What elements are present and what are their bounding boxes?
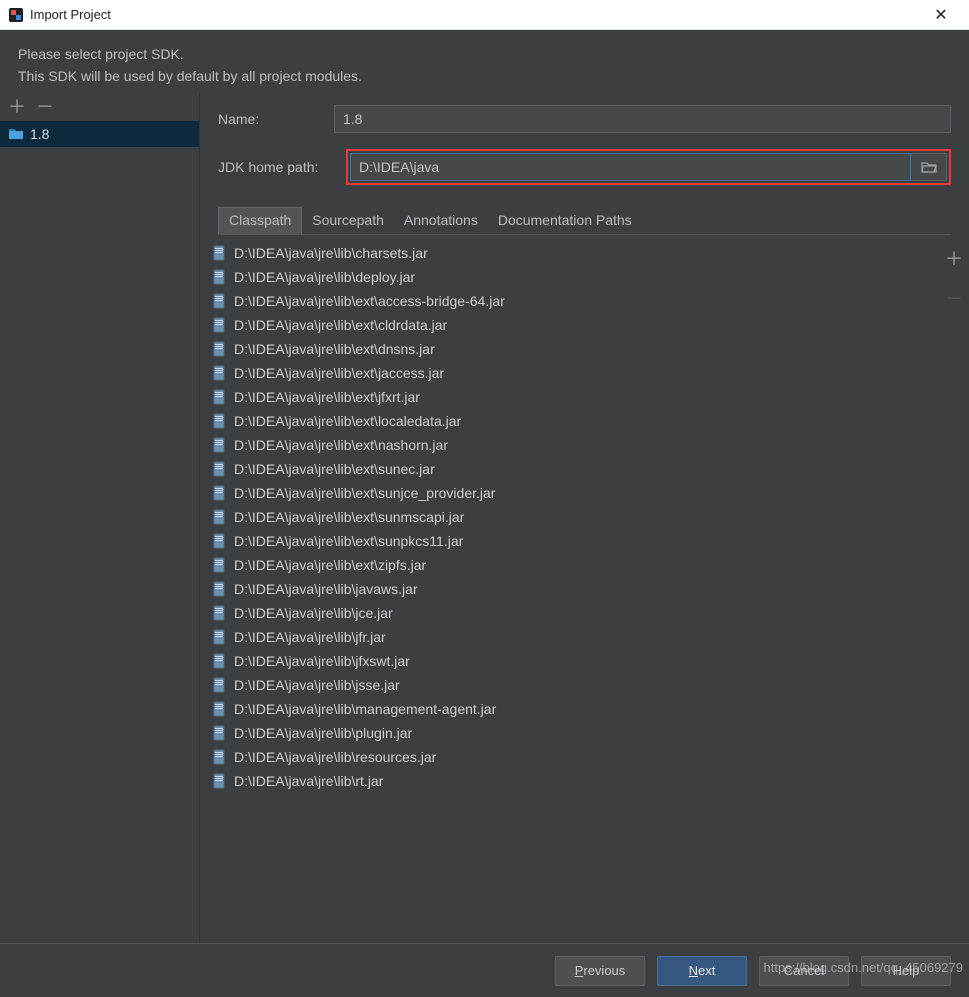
list-item-label: D:\IDEA\java\jre\lib\ext\access-bridge-6… bbox=[234, 293, 505, 309]
remove-sdk-icon[interactable]: － bbox=[36, 98, 54, 116]
list-item[interactable]: D:\IDEA\java\jre\lib\ext\sunec.jar bbox=[210, 457, 935, 481]
classpath-list[interactable]: D:\IDEA\java\jre\lib\charsets.jar D:\IDEA… bbox=[200, 235, 939, 943]
add-entry-icon[interactable]: ＋ bbox=[945, 245, 963, 271]
intro-line-1: Please select project SDK. bbox=[18, 44, 951, 66]
list-item[interactable]: D:\IDEA\java\jre\lib\charsets.jar bbox=[210, 241, 935, 265]
tab-annotations[interactable]: Annotations bbox=[394, 208, 488, 234]
window-title: Import Project bbox=[30, 7, 921, 22]
folder-icon bbox=[8, 127, 24, 141]
tab-documentation-paths[interactable]: Documentation Paths bbox=[488, 208, 642, 234]
close-icon[interactable]: ✕ bbox=[921, 5, 961, 25]
name-input[interactable]: 1.8 bbox=[334, 105, 951, 133]
list-item[interactable]: D:\IDEA\java\jre\lib\ext\access-bridge-6… bbox=[210, 289, 935, 313]
list-item-label: D:\IDEA\java\jre\lib\javaws.jar bbox=[234, 581, 418, 597]
list-item[interactable]: D:\IDEA\java\jre\lib\ext\sunpkcs11.jar bbox=[210, 529, 935, 553]
list-item[interactable]: D:\IDEA\java\jre\lib\ext\nashorn.jar bbox=[210, 433, 935, 457]
list-item-label: D:\IDEA\java\jre\lib\ext\sunmscapi.jar bbox=[234, 509, 464, 525]
list-item[interactable]: D:\IDEA\java\jre\lib\jsse.jar bbox=[210, 673, 935, 697]
help-button[interactable]: Help bbox=[861, 956, 951, 986]
jdk-row: JDK home path: D:\IDEA\java bbox=[218, 149, 951, 185]
next-button[interactable]: Next bbox=[657, 956, 747, 986]
remove-entry-icon: － bbox=[945, 285, 963, 311]
tab-sourcepath[interactable]: Sourcepath bbox=[302, 208, 394, 234]
folder-open-icon bbox=[921, 160, 937, 174]
name-label: Name: bbox=[218, 111, 334, 127]
list-item[interactable]: D:\IDEA\java\jre\lib\ext\jfxrt.jar bbox=[210, 385, 935, 409]
list-item-label: D:\IDEA\java\jre\lib\rt.jar bbox=[234, 773, 383, 789]
jdk-path-input[interactable]: D:\IDEA\java bbox=[350, 153, 911, 181]
list-item-label: D:\IDEA\java\jre\lib\resources.jar bbox=[234, 749, 436, 765]
intro-line-2: This SDK will be used by default by all … bbox=[18, 66, 951, 88]
list-item-label: D:\IDEA\java\jre\lib\management-agent.ja… bbox=[234, 701, 496, 717]
list-item[interactable]: D:\IDEA\java\jre\lib\jfxswt.jar bbox=[210, 649, 935, 673]
list-item[interactable]: D:\IDEA\java\jre\lib\plugin.jar bbox=[210, 721, 935, 745]
jdk-label: JDK home path: bbox=[218, 159, 346, 175]
list-item-label: D:\IDEA\java\jre\lib\jfr.jar bbox=[234, 629, 386, 645]
list-item-label: D:\IDEA\java\jre\lib\ext\nashorn.jar bbox=[234, 437, 448, 453]
list-item-label: D:\IDEA\java\jre\lib\jce.jar bbox=[234, 605, 393, 621]
sidebar-toolbar: ＋ － bbox=[0, 93, 199, 121]
intro-text: Please select project SDK. This SDK will… bbox=[0, 30, 969, 93]
list-item-label: D:\IDEA\java\jre\lib\ext\dnsns.jar bbox=[234, 341, 435, 357]
browse-button[interactable] bbox=[911, 153, 947, 181]
list-item-label: D:\IDEA\java\jre\lib\ext\sunjce_provider… bbox=[234, 485, 495, 501]
tabs: Classpath Sourcepath Annotations Documen… bbox=[218, 207, 951, 235]
sdk-item-label: 1.8 bbox=[30, 126, 49, 142]
list-item-label: D:\IDEA\java\jre\lib\ext\localedata.jar bbox=[234, 413, 461, 429]
list-item[interactable]: D:\IDEA\java\jre\lib\ext\localedata.jar bbox=[210, 409, 935, 433]
list-item[interactable]: D:\IDEA\java\jre\lib\ext\cldrdata.jar bbox=[210, 313, 935, 337]
tab-classpath[interactable]: Classpath bbox=[218, 207, 302, 235]
sdk-sidebar: ＋ － 1.8 bbox=[0, 93, 200, 943]
jdk-highlight-box: D:\IDEA\java bbox=[346, 149, 951, 185]
list-item[interactable]: D:\IDEA\java\jre\lib\rt.jar bbox=[210, 769, 935, 793]
list-item[interactable]: D:\IDEA\java\jre\lib\ext\sunjce_provider… bbox=[210, 481, 935, 505]
cancel-button[interactable]: Cancel bbox=[759, 956, 849, 986]
previous-button[interactable]: Previous bbox=[555, 956, 645, 986]
list-side-tools: ＋ － bbox=[939, 235, 969, 943]
sdk-item[interactable]: 1.8 bbox=[0, 121, 199, 147]
list-item-label: D:\IDEA\java\jre\lib\ext\sunpkcs11.jar bbox=[234, 533, 463, 549]
list-item[interactable]: D:\IDEA\java\jre\lib\ext\jaccess.jar bbox=[210, 361, 935, 385]
titlebar: Import Project ✕ bbox=[0, 0, 969, 30]
list-item-label: D:\IDEA\java\jre\lib\ext\jaccess.jar bbox=[234, 365, 444, 381]
list-item-label: D:\IDEA\java\jre\lib\jfxswt.jar bbox=[234, 653, 410, 669]
list-item[interactable]: D:\IDEA\java\jre\lib\ext\sunmscapi.jar bbox=[210, 505, 935, 529]
footer: Previous Next Cancel Help bbox=[0, 943, 969, 997]
list-item-label: D:\IDEA\java\jre\lib\ext\jfxrt.jar bbox=[234, 389, 420, 405]
list-item-label: D:\IDEA\java\jre\lib\charsets.jar bbox=[234, 245, 428, 261]
list-item-label: D:\IDEA\java\jre\lib\jsse.jar bbox=[234, 677, 400, 693]
list-item[interactable]: D:\IDEA\java\jre\lib\jfr.jar bbox=[210, 625, 935, 649]
list-item-label: D:\IDEA\java\jre\lib\deploy.jar bbox=[234, 269, 415, 285]
list-item[interactable]: D:\IDEA\java\jre\lib\javaws.jar bbox=[210, 577, 935, 601]
list-item-label: D:\IDEA\java\jre\lib\ext\zipfs.jar bbox=[234, 557, 426, 573]
list-item[interactable]: D:\IDEA\java\jre\lib\management-agent.ja… bbox=[210, 697, 935, 721]
list-item[interactable]: D:\IDEA\java\jre\lib\resources.jar bbox=[210, 745, 935, 769]
name-row: Name: 1.8 bbox=[218, 105, 951, 133]
app-icon bbox=[8, 7, 24, 23]
list-item-label: D:\IDEA\java\jre\lib\ext\sunec.jar bbox=[234, 461, 435, 477]
list-item-label: D:\IDEA\java\jre\lib\ext\cldrdata.jar bbox=[234, 317, 447, 333]
add-sdk-icon[interactable]: ＋ bbox=[8, 98, 26, 116]
list-item[interactable]: D:\IDEA\java\jre\lib\deploy.jar bbox=[210, 265, 935, 289]
list-item[interactable]: D:\IDEA\java\jre\lib\ext\dnsns.jar bbox=[210, 337, 935, 361]
list-item[interactable]: D:\IDEA\java\jre\lib\jce.jar bbox=[210, 601, 935, 625]
list-item-label: D:\IDEA\java\jre\lib\plugin.jar bbox=[234, 725, 412, 741]
list-item[interactable]: D:\IDEA\java\jre\lib\ext\zipfs.jar bbox=[210, 553, 935, 577]
